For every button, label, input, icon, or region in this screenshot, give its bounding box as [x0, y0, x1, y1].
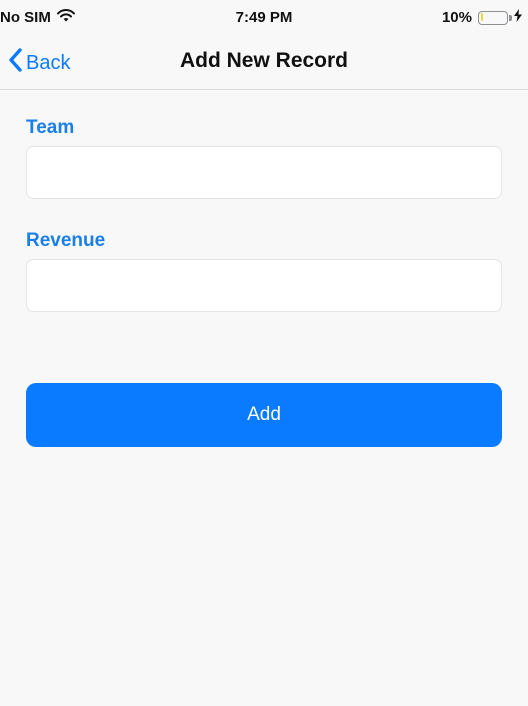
battery-nub [509, 14, 512, 21]
status-right: 10% [442, 9, 522, 26]
revenue-input[interactable] [26, 259, 502, 312]
page-title: Add New Record [179, 49, 349, 72]
navigation-bar: Back Add New Record [0, 36, 528, 90]
charging-bolt-icon [514, 9, 522, 26]
battery-icon [478, 10, 512, 25]
revenue-label: Revenue [26, 230, 106, 251]
status-bar: No SIM 7:49 PM 10% [0, 0, 528, 36]
battery-level-fill [480, 13, 483, 21]
add-button[interactable]: Add [26, 383, 502, 447]
screen: No SIM 7:49 PM 10% Back Add New Record T… [0, 0, 528, 706]
team-input[interactable] [26, 146, 502, 199]
team-label: Team [26, 117, 75, 138]
battery-percent: 10% [441, 9, 472, 26]
